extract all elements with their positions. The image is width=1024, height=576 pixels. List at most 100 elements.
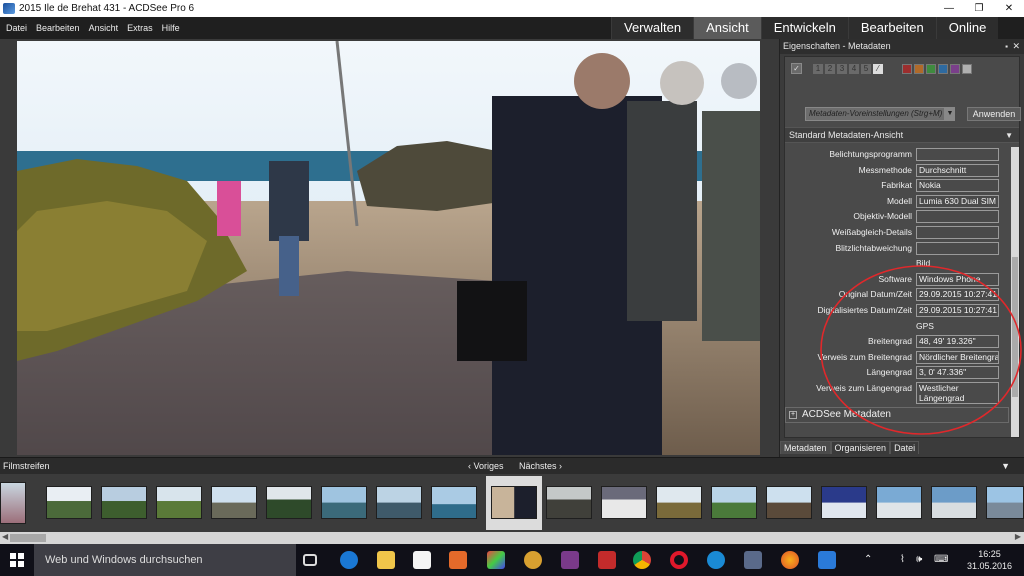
opera-icon[interactable] [670, 551, 688, 569]
color-label-clear[interactable] [962, 64, 972, 74]
tab-datei[interactable]: Datei [890, 441, 920, 454]
mode-tab-online[interactable]: Online [935, 17, 999, 39]
close-button[interactable]: ✕ [994, 0, 1024, 17]
menu-datei[interactable]: Datei [6, 23, 27, 33]
minimize-button[interactable]: — [934, 0, 964, 17]
chevron-up-icon[interactable]: ⌃ [864, 554, 872, 565]
filmstrip-thumbnail-selected[interactable] [491, 486, 537, 519]
media-icon[interactable] [449, 551, 467, 569]
chrome-icon[interactable] [633, 551, 651, 569]
filmstrip-thumbnail[interactable] [46, 486, 92, 519]
network-icon[interactable]: ⌇ [900, 554, 905, 565]
volume-icon[interactable]: 🕪 [916, 554, 922, 565]
store-icon[interactable] [413, 551, 431, 569]
pin-icon[interactable]: ▪ [1005, 39, 1008, 54]
field-value[interactable]: 29.09.2015 10:27:41 [916, 303, 999, 317]
filmstrip-thumbnail[interactable] [986, 486, 1024, 519]
scroll-right-icon[interactable]: ▶ [1015, 532, 1021, 541]
tag-checkbox[interactable]: ✓ [791, 63, 802, 74]
app-icon[interactable] [707, 551, 725, 569]
metadata-preset-select[interactable]: Metadaten-Voreinstellungen (Strg+M) [805, 107, 945, 121]
field-value[interactable] [916, 225, 999, 239]
filmstrip-thumbnail[interactable] [211, 486, 257, 519]
clear-rating-icon[interactable]: ⁄ [873, 63, 883, 74]
field-value[interactable] [916, 210, 999, 224]
chrome-app-icon[interactable] [524, 551, 542, 569]
dropbox-icon[interactable] [818, 551, 836, 569]
apply-button[interactable]: Anwenden [967, 107, 1021, 121]
filmstrip-thumbnail[interactable] [0, 482, 26, 524]
tab-organisieren[interactable]: Organisieren [830, 441, 891, 454]
menu-extras[interactable]: Extras [127, 23, 153, 33]
filmstrip-thumbnail[interactable] [711, 486, 757, 519]
file-explorer-icon[interactable] [377, 551, 395, 569]
panel-close-icon[interactable]: ✕ [1012, 39, 1020, 54]
scrollbar-thumb[interactable] [10, 534, 46, 542]
rating-3[interactable]: 3 [837, 63, 847, 74]
menu-bearbeiten[interactable]: Bearbeiten [36, 23, 80, 33]
color-label-orange[interactable] [914, 64, 924, 74]
previous-button[interactable]: ‹ Voriges [468, 461, 504, 471]
field-value[interactable]: Westlicher Längengrad [916, 381, 999, 404]
main-photo[interactable] [17, 41, 760, 455]
next-button[interactable]: Nächstes › [519, 461, 562, 471]
field-value[interactable]: Nördlicher Breitengrad [916, 350, 999, 364]
mode-tab-ansicht[interactable]: Ansicht [693, 17, 761, 39]
scrollbar-thumb[interactable] [1012, 257, 1018, 397]
color-label-purple[interactable] [950, 64, 960, 74]
filmstrip-thumbnail[interactable] [766, 486, 812, 519]
filmstrip-thumbnail[interactable] [321, 486, 367, 519]
filmstrip-thumbnail[interactable] [431, 486, 477, 519]
acdsee-taskbar-icon[interactable] [744, 551, 762, 569]
menu-ansicht[interactable]: Ansicht [89, 23, 119, 33]
field-value[interactable]: Lumia 630 Dual SIM [916, 194, 999, 208]
panel-scrollbar[interactable] [1011, 147, 1019, 437]
field-value[interactable]: Durchschnitt [916, 163, 999, 177]
edge-icon[interactable] [340, 551, 358, 569]
rating-1[interactable]: 1 [813, 63, 823, 74]
chevron-down-icon[interactable]: ▼ [945, 107, 955, 121]
save-app-icon[interactable] [561, 551, 579, 569]
language-icon[interactable]: ⌨ [934, 554, 948, 565]
scroll-left-icon[interactable]: ◀ [2, 532, 8, 541]
filmstrip-thumbnail[interactable] [101, 486, 147, 519]
field-value[interactable]: Nokia [916, 179, 999, 193]
app-icon[interactable] [598, 551, 616, 569]
filmstrip-thumbnail[interactable] [266, 486, 312, 519]
rating-4[interactable]: 4 [849, 63, 859, 74]
taskbar-clock[interactable]: 16:25 31.05.2016 [967, 548, 1012, 572]
filmstrip-thumbnail[interactable] [601, 486, 647, 519]
maximize-button[interactable]: ❐ [964, 0, 994, 17]
filmstrip-thumbnail[interactable] [821, 486, 867, 519]
color-label-blue[interactable] [938, 64, 948, 74]
app-icon[interactable] [487, 551, 505, 569]
color-label-green[interactable] [926, 64, 936, 74]
acdsee-metadata-section[interactable]: + ACDSee Metadaten [785, 407, 1009, 423]
field-value[interactable]: 29.09.2015 10:27:41 [916, 288, 999, 302]
menu-hilfe[interactable]: Hilfe [162, 23, 180, 33]
firefox-icon[interactable] [781, 551, 799, 569]
field-value[interactable]: 48, 49' 19.326" [916, 335, 999, 349]
rating-2[interactable]: 2 [825, 63, 835, 74]
metadata-view-select[interactable]: Standard Metadaten-Ansicht ▼ [785, 127, 1019, 143]
color-label-red[interactable] [902, 64, 912, 74]
filmstrip-thumbnail[interactable] [876, 486, 922, 519]
filmstrip-thumbnail[interactable] [546, 486, 592, 519]
rating-5[interactable]: 5 [861, 63, 871, 74]
task-view-icon[interactable] [303, 554, 317, 566]
field-value[interactable] [916, 148, 999, 161]
field-value[interactable]: 3, 0' 47.336" [916, 366, 999, 380]
filmstrip-thumbnail[interactable] [156, 486, 202, 519]
taskbar-search-box[interactable]: Web und Windows durchsuchen [34, 544, 296, 576]
filmstrip-thumbnail[interactable] [931, 486, 977, 519]
mode-tab-entwickeln[interactable]: Entwickeln [760, 17, 848, 39]
tab-metadaten[interactable]: Metadaten [780, 441, 831, 454]
mode-tab-bearbeiten[interactable]: Bearbeiten [847, 17, 936, 39]
filmstrip-scrollbar[interactable]: ◀ ▶ [0, 532, 1024, 544]
filmstrip-thumbnail[interactable] [376, 486, 422, 519]
field-value[interactable]: Windows Phone [916, 272, 999, 286]
filmstrip-thumbnail[interactable] [656, 486, 702, 519]
mode-tab-verwalten[interactable]: Verwalten [611, 17, 694, 39]
field-value[interactable] [916, 241, 999, 255]
windows-start-icon[interactable] [10, 553, 24, 567]
